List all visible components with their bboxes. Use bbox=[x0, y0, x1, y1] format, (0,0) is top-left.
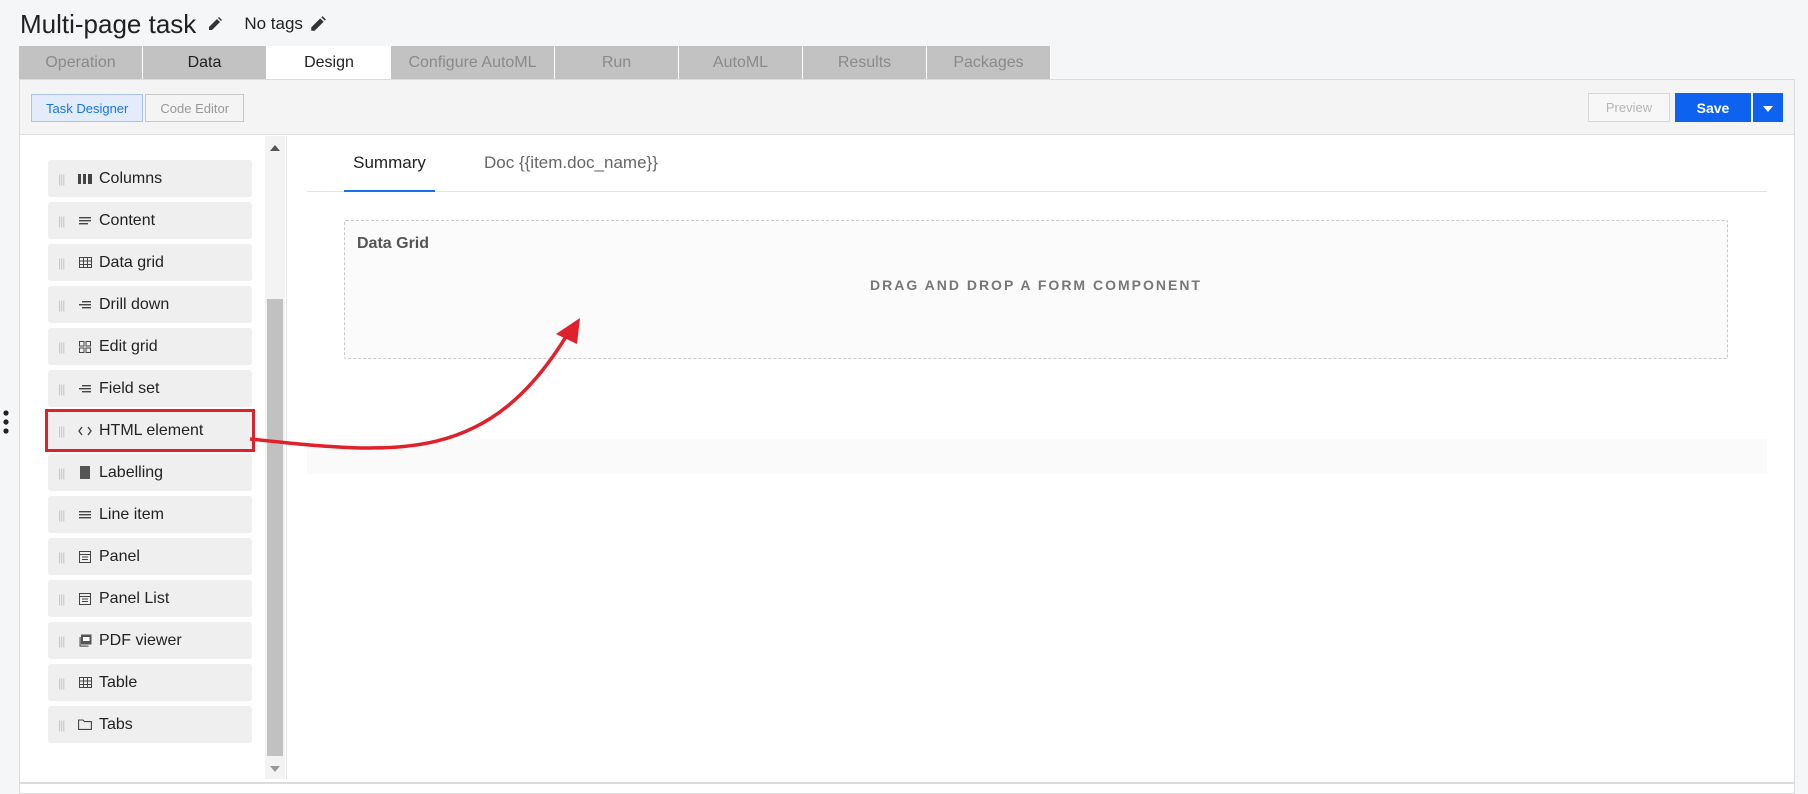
task-designer-button[interactable]: Task Designer bbox=[31, 94, 144, 122]
tab-data[interactable]: Data bbox=[143, 46, 267, 80]
scroll-up-icon[interactable] bbox=[269, 142, 281, 154]
design-toolbar: Task Designer Code Editor Preview Save bbox=[20, 80, 1794, 135]
component-content[interactable]: ||| Content bbox=[48, 202, 252, 239]
component-panel-list[interactable]: ||| Panel List bbox=[48, 580, 252, 617]
list-icon bbox=[76, 382, 94, 396]
tab-doc[interactable]: Doc {{item.doc_name}} bbox=[484, 135, 658, 191]
component-label: Line item bbox=[99, 505, 164, 523]
edit-grid-icon bbox=[76, 340, 94, 354]
scroll-down-icon[interactable] bbox=[269, 763, 281, 775]
panel-icon bbox=[76, 592, 94, 606]
drag-handle-icon[interactable]: ||| bbox=[58, 466, 76, 480]
component-panel[interactable]: ||| Panel bbox=[48, 538, 252, 575]
tab-operation[interactable]: Operation bbox=[19, 46, 143, 80]
dropzone-hint: DRAG AND DROP A FORM COMPONENT bbox=[870, 277, 1202, 293]
save-dropdown-button[interactable] bbox=[1753, 93, 1783, 122]
component-edit-grid[interactable]: ||| Edit grid bbox=[48, 328, 252, 365]
component-label: Table bbox=[99, 673, 138, 691]
component-line-item[interactable]: ||| Line item bbox=[48, 496, 252, 533]
editor-mode-switch: Task Designer Code Editor bbox=[31, 94, 245, 122]
pdf-icon bbox=[76, 634, 94, 648]
panel-divider bbox=[286, 136, 287, 779]
grid-icon bbox=[76, 676, 94, 690]
tab-automl[interactable]: AutoML bbox=[679, 46, 803, 80]
component-label: Field set bbox=[99, 379, 160, 397]
drag-handle-icon[interactable]: ||| bbox=[58, 214, 76, 228]
content-icon bbox=[76, 214, 94, 228]
component-label: Edit grid bbox=[99, 337, 158, 355]
component-label: Panel bbox=[99, 547, 140, 565]
component-drill-down[interactable]: ||| Drill down bbox=[48, 286, 252, 323]
save-button[interactable]: Save bbox=[1675, 93, 1751, 122]
drag-handle-icon[interactable]: ||| bbox=[58, 676, 76, 690]
tab-results[interactable]: Results bbox=[803, 46, 927, 80]
component-html-element[interactable]: ||| HTML element bbox=[45, 409, 255, 452]
panel-icon bbox=[76, 550, 94, 564]
content-tabs: Summary Doc {{item.doc_name}} bbox=[307, 135, 1767, 192]
component-labelling[interactable]: ||| Labelling bbox=[48, 454, 252, 491]
scrollbar-thumb[interactable] bbox=[267, 299, 283, 756]
list-icon bbox=[76, 298, 94, 312]
drag-handle-icon[interactable]: ||| bbox=[58, 592, 76, 606]
component-data-grid[interactable]: ||| Data grid bbox=[48, 244, 252, 281]
grid-icon bbox=[76, 256, 94, 270]
code-icon bbox=[76, 424, 94, 438]
component-label: Drill down bbox=[99, 295, 170, 313]
component-columns[interactable]: ||| Columns bbox=[48, 160, 252, 197]
drag-handle-icon[interactable]: ||| bbox=[58, 634, 76, 648]
drag-handle-icon[interactable]: ||| bbox=[58, 508, 76, 522]
tab-configure-automl[interactable]: Configure AutoML bbox=[391, 46, 555, 80]
code-editor-button[interactable]: Code Editor bbox=[145, 94, 245, 122]
component-field-set[interactable]: ||| Field set bbox=[48, 370, 252, 407]
component-tabs[interactable]: ||| Tabs bbox=[48, 706, 252, 743]
tab-design[interactable]: Design bbox=[267, 46, 391, 80]
app-page: Multi-page task No tags Operation Data D… bbox=[0, 0, 1808, 794]
component-label: Data grid bbox=[99, 253, 164, 271]
drag-handle-icon[interactable]: ||| bbox=[58, 382, 76, 396]
dropzone-title: Data Grid bbox=[357, 235, 430, 252]
kebab-menu-icon[interactable] bbox=[2, 410, 10, 436]
component-table[interactable]: ||| Table bbox=[48, 664, 252, 701]
drag-handle-icon[interactable]: ||| bbox=[58, 550, 76, 564]
component-pdf-viewer[interactable]: ||| PDF viewer bbox=[48, 622, 252, 659]
component-label: HTML element bbox=[99, 421, 204, 439]
task-header: Multi-page task No tags bbox=[20, 6, 329, 42]
drag-handle-icon[interactable]: ||| bbox=[58, 340, 76, 354]
component-label: Panel List bbox=[99, 589, 170, 607]
component-label: Columns bbox=[99, 169, 163, 187]
component-list-scrollbar[interactable] bbox=[265, 136, 285, 779]
content-band bbox=[307, 439, 1767, 474]
lines-icon bbox=[76, 508, 94, 522]
preview-button[interactable]: Preview bbox=[1588, 93, 1670, 122]
pencil-icon[interactable] bbox=[204, 13, 226, 35]
component-list: ||| Columns ||| Content ||| Data grid ||… bbox=[45, 160, 255, 748]
main-tabs: Operation Data Design Configure AutoML R… bbox=[19, 46, 1051, 80]
drag-handle-icon[interactable]: ||| bbox=[58, 424, 76, 438]
columns-icon bbox=[76, 172, 94, 186]
component-label: Labelling bbox=[99, 463, 164, 481]
caret-down-icon bbox=[1763, 99, 1773, 117]
tab-summary[interactable]: Summary bbox=[344, 135, 435, 192]
tab-packages[interactable]: Packages bbox=[927, 46, 1051, 80]
folder-icon bbox=[76, 718, 94, 732]
component-label: PDF viewer bbox=[99, 631, 182, 649]
task-title: Multi-page task bbox=[20, 8, 197, 39]
drag-handle-icon[interactable]: ||| bbox=[58, 718, 76, 732]
rectangle-icon bbox=[76, 466, 94, 480]
data-grid-dropzone[interactable]: Data Grid DRAG AND DROP A FORM COMPONENT bbox=[344, 220, 1728, 359]
tab-run[interactable]: Run bbox=[555, 46, 679, 80]
drag-handle-icon[interactable]: ||| bbox=[58, 256, 76, 270]
pencil-icon[interactable] bbox=[307, 13, 329, 35]
panel-bottom-border bbox=[19, 782, 1795, 784]
component-label: Content bbox=[99, 211, 156, 229]
tags-label: No tags bbox=[244, 14, 303, 33]
drag-handle-icon[interactable]: ||| bbox=[58, 298, 76, 312]
drag-handle-icon[interactable]: ||| bbox=[58, 172, 76, 186]
component-label: Tabs bbox=[99, 715, 133, 733]
